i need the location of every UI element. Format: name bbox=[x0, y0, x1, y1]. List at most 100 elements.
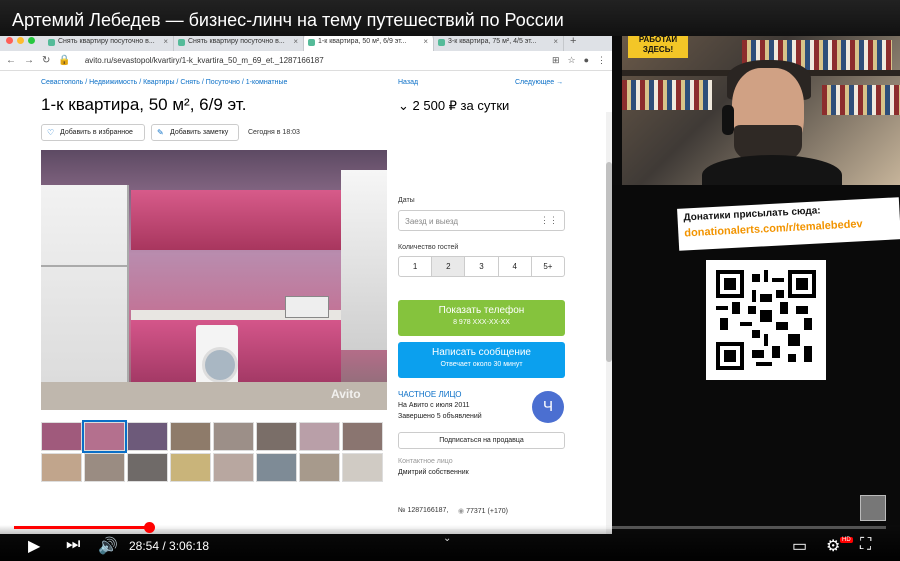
close-tab-icon[interactable]: × bbox=[423, 37, 428, 46]
close-window-icon[interactable] bbox=[6, 37, 13, 44]
photo-thumbnail[interactable] bbox=[127, 453, 168, 482]
forward-arrow-icon[interactable]: → bbox=[24, 55, 34, 66]
minimize-window-icon[interactable] bbox=[17, 37, 24, 44]
photo-thumbnail[interactable] bbox=[82, 420, 127, 453]
maximize-window-icon[interactable] bbox=[28, 37, 35, 44]
price-caret-icon: ⌄ bbox=[398, 98, 409, 113]
volume-icon[interactable]: 🔊 bbox=[98, 536, 118, 556]
photo-watermark: Avito bbox=[331, 387, 361, 401]
seller-completed: Завершено 5 объявлений bbox=[398, 413, 482, 420]
contact-label: Контактное лицо bbox=[398, 458, 453, 465]
avito-favicon-icon bbox=[308, 39, 315, 46]
photo-thumbnail[interactable] bbox=[299, 422, 340, 451]
hd-badge: HD bbox=[840, 537, 853, 543]
listing-main-photo[interactable]: Avito bbox=[41, 150, 387, 410]
bookshelf-books bbox=[622, 80, 712, 110]
calendar-icon: ⋮⋮ bbox=[540, 215, 558, 225]
photo-thumbnail[interactable] bbox=[256, 453, 297, 482]
heart-icon: ♡ bbox=[47, 128, 55, 137]
avito-favicon-icon bbox=[438, 39, 445, 46]
add-to-favorites-button[interactable]: ♡ Добавить в избранное bbox=[41, 124, 145, 141]
progress-bar[interactable] bbox=[14, 522, 886, 533]
avito-favicon-icon bbox=[178, 39, 185, 46]
seller-type-link[interactable]: ЧАСТНОЕ ЛИЦО bbox=[398, 390, 461, 399]
guests-option-1[interactable]: 1 bbox=[399, 257, 433, 276]
dates-label: Даты bbox=[398, 197, 415, 204]
play-icon[interactable]: ▶ bbox=[28, 536, 40, 556]
photo-thumbnails bbox=[41, 420, 387, 482]
reload-icon[interactable]: ↻ bbox=[42, 55, 50, 66]
browser-toolbar: ← → ↻ 🔒 avito.ru/sevastopol/kvartiry/1-k… bbox=[0, 51, 612, 71]
nav-back-link[interactable]: Назад bbox=[398, 79, 418, 86]
add-note-button[interactable]: ✎ Добавить заметку bbox=[151, 124, 239, 141]
dates-input[interactable]: Заезд и выезд ⋮⋮ bbox=[398, 210, 565, 231]
browser-window: Снять квартиру посуточно в... × Снять ква… bbox=[0, 30, 612, 534]
menu-dots-icon[interactable]: ⋮ bbox=[597, 55, 606, 66]
show-phone-button[interactable]: Показать телефон 8 978 XXX-XX-XX bbox=[398, 300, 565, 336]
settings-gear-icon[interactable]: ⚙ bbox=[826, 536, 840, 556]
chevron-down-icon[interactable]: ⌄ bbox=[443, 533, 451, 544]
subtitles-icon[interactable]: ▭ bbox=[792, 536, 807, 556]
photo-thumbnail[interactable] bbox=[41, 453, 82, 482]
guests-selector: 1 2 3 4 5+ bbox=[398, 256, 565, 277]
write-message-button[interactable]: Написать сообщение Отвечает около 30 мин… bbox=[398, 342, 565, 378]
time-display: 28:54 / 3:06:18 bbox=[129, 539, 210, 553]
photo-thumbnail[interactable] bbox=[41, 422, 82, 451]
player-controls: ▶ ⏭ 🔊 28:54 / 3:06:18 ⌄ ▭ ⚙ HD ⛶ bbox=[0, 522, 900, 561]
photo-thumbnail[interactable] bbox=[170, 422, 211, 451]
photo-thumbnail[interactable] bbox=[342, 453, 383, 482]
fullscreen-icon[interactable]: ⛶ bbox=[860, 536, 871, 554]
photo-thumbnail[interactable] bbox=[213, 453, 254, 482]
photo-thumbnail[interactable] bbox=[299, 453, 340, 482]
bookmark-star-icon[interactable]: ☆ bbox=[567, 55, 575, 66]
photo-thumbnail[interactable] bbox=[127, 422, 168, 451]
photo-fridge bbox=[41, 185, 129, 410]
channel-avatar[interactable] bbox=[860, 495, 886, 521]
note-icon: ✎ bbox=[157, 128, 164, 137]
streamer-body bbox=[702, 155, 842, 185]
listing-price[interactable]: ⌄ 2 500 ₽ за сутки bbox=[398, 98, 509, 114]
photo-upper-cabinets bbox=[131, 190, 341, 250]
lock-icon: 🔒 bbox=[58, 55, 71, 66]
close-tab-icon[interactable]: × bbox=[163, 37, 168, 46]
photo-thumbnail[interactable] bbox=[84, 453, 125, 482]
next-icon[interactable]: ⏭ bbox=[66, 536, 80, 554]
photo-thumbnail[interactable] bbox=[256, 422, 297, 451]
listing-title: 1-к квартира, 50 м², 6/9 эт. bbox=[41, 95, 247, 114]
profile-avatar-icon[interactable]: ● bbox=[584, 55, 589, 66]
guests-option-2[interactable]: 2 bbox=[432, 257, 466, 276]
subscribe-seller-button[interactable]: Подписаться на продавца bbox=[398, 432, 565, 449]
guests-label: Количество гостей bbox=[398, 244, 459, 251]
avito-listing-page: Севастополь / Недвижимость / Квартиры / … bbox=[0, 71, 612, 534]
streamer-webcam: РАБОТАЙ ЗДЕСЬ! bbox=[622, 30, 900, 185]
photo-thumbnail[interactable] bbox=[170, 453, 211, 482]
close-tab-icon[interactable]: × bbox=[553, 37, 558, 46]
address-bar[interactable]: avito.ru/sevastopol/kvartiry/1-k_kvartir… bbox=[79, 56, 544, 65]
seller-avatar[interactable]: Ч bbox=[532, 391, 564, 423]
photo-thumbnail[interactable] bbox=[342, 422, 383, 451]
seller-since: На Авито с июля 2011 bbox=[398, 402, 470, 409]
window-controls bbox=[6, 37, 35, 44]
photo-thumbnail[interactable] bbox=[213, 422, 254, 451]
ad-number: № 1287166187, bbox=[398, 507, 449, 514]
guests-option-3[interactable]: 3 bbox=[465, 257, 499, 276]
bookshelf-books bbox=[822, 85, 900, 115]
back-arrow-icon[interactable]: ← bbox=[6, 55, 16, 66]
guests-option-4[interactable]: 4 bbox=[499, 257, 532, 276]
donation-qr-code bbox=[706, 260, 826, 380]
headphones-icon bbox=[722, 105, 734, 135]
guests-option-5plus[interactable]: 5+ bbox=[532, 257, 564, 276]
photo-microwave bbox=[285, 296, 329, 318]
video-player[interactable]: Артемий Лебедев — бизнес-линч на тему пу… bbox=[0, 0, 900, 561]
translate-icon[interactable]: ⊞ bbox=[552, 55, 560, 66]
photo-window bbox=[341, 170, 387, 350]
breadcrumb[interactable]: Севастополь / Недвижимость / Квартиры / … bbox=[41, 79, 287, 86]
contact-name: Дмитрий собственник bbox=[398, 469, 469, 476]
close-tab-icon[interactable]: × bbox=[293, 37, 298, 46]
posted-date: Сегодня в 18:03 bbox=[248, 129, 300, 136]
eye-icon: ◉ bbox=[458, 508, 465, 515]
progress-scrubber[interactable] bbox=[144, 522, 156, 533]
avito-favicon-icon bbox=[48, 39, 55, 46]
nav-next-link[interactable]: Следующее → bbox=[515, 79, 563, 86]
ad-views: ◉ 77371 (+170) bbox=[458, 508, 508, 515]
